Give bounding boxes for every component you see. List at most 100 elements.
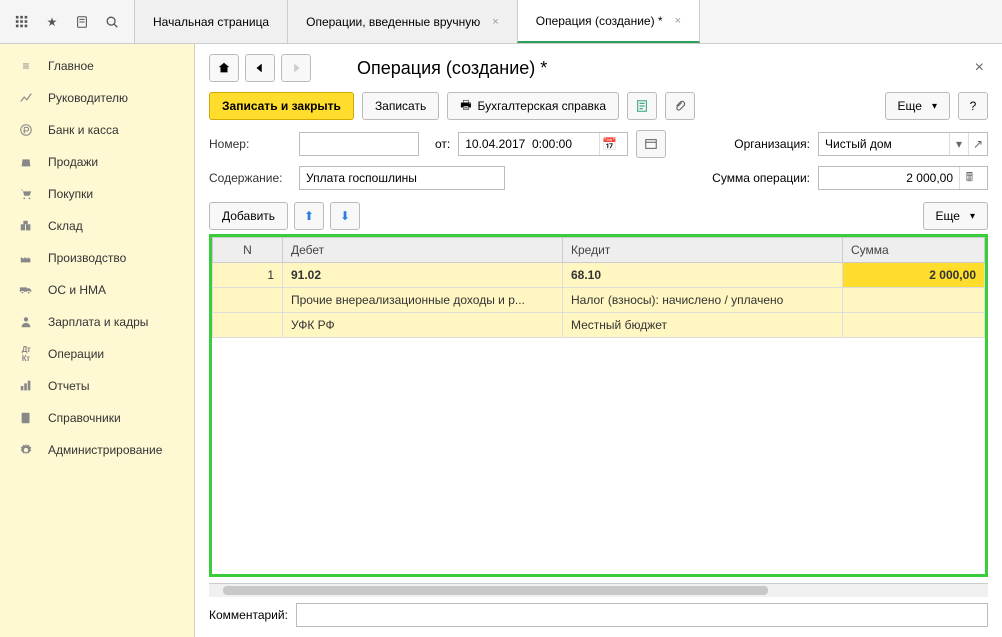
row-number: Номер: от: 📅 Организация: ▾ ↗ bbox=[209, 130, 988, 158]
sum-field[interactable]: 🖩 bbox=[818, 166, 988, 190]
sidebar-item-operations[interactable]: ДтКт Операции bbox=[0, 338, 194, 370]
table-toolbar: Добавить ⬆ ⬇ Еще bbox=[209, 202, 988, 230]
close-icon[interactable]: × bbox=[492, 16, 498, 28]
org-input[interactable] bbox=[819, 133, 949, 155]
org-label: Организация: bbox=[734, 137, 810, 151]
truck-icon bbox=[18, 282, 34, 298]
close-icon[interactable]: × bbox=[675, 15, 681, 27]
sidebar-item-main[interactable]: ≡ Главное bbox=[0, 50, 194, 82]
content-input[interactable] bbox=[299, 166, 505, 190]
home-button[interactable] bbox=[209, 54, 239, 82]
calendar-icon[interactable]: 📅 bbox=[599, 133, 619, 155]
cell-empty bbox=[213, 288, 283, 313]
sidebar: ≡ Главное Руководителю Банк и касса Прод… bbox=[0, 44, 195, 637]
date-extra-button[interactable] bbox=[636, 130, 666, 158]
sidebar-item-assets[interactable]: ОС и НМА bbox=[0, 274, 194, 306]
sidebar-item-label: Покупки bbox=[48, 187, 93, 201]
number-label: Номер: bbox=[209, 137, 291, 151]
comment-input[interactable] bbox=[296, 603, 988, 627]
chart-icon bbox=[18, 90, 34, 106]
sum-input[interactable] bbox=[819, 167, 959, 189]
bag-icon bbox=[18, 154, 34, 170]
calculator-icon[interactable]: 🖩 bbox=[959, 167, 979, 189]
col-credit[interactable]: Кредит bbox=[563, 238, 843, 263]
org-field[interactable]: ▾ ↗ bbox=[818, 132, 988, 156]
save-close-button[interactable]: Записать и закрыть bbox=[209, 92, 354, 120]
move-up-button[interactable]: ⬆ bbox=[294, 202, 324, 230]
more-button[interactable]: Еще bbox=[885, 92, 950, 120]
sum-label: Сумма операции: bbox=[712, 171, 810, 185]
printer-icon: 🖶 bbox=[460, 96, 471, 117]
content-label: Содержание: bbox=[209, 171, 291, 185]
sidebar-item-sales[interactable]: Продажи bbox=[0, 146, 194, 178]
ruble-icon bbox=[18, 122, 34, 138]
add-button[interactable]: Добавить bbox=[209, 202, 288, 230]
sidebar-item-production[interactable]: Производство bbox=[0, 242, 194, 274]
sidebar-item-warehouse[interactable]: Склад bbox=[0, 210, 194, 242]
close-button[interactable]: × bbox=[971, 59, 988, 77]
date-field[interactable]: 📅 bbox=[458, 132, 628, 156]
search-icon[interactable] bbox=[98, 8, 126, 36]
more-table-button[interactable]: Еще bbox=[923, 202, 988, 230]
forward-button[interactable] bbox=[281, 54, 311, 82]
comment-row: Комментарий: bbox=[209, 603, 988, 627]
tab-operation-create[interactable]: Операция (создание) * × bbox=[517, 0, 700, 43]
tabs-bar: ★ Начальная страница Операции, введенные… bbox=[0, 0, 1002, 44]
table-wrap: N Дебет Кредит Сумма 1 91.02 68.10 2 000… bbox=[209, 234, 988, 577]
tab-home[interactable]: Начальная страница bbox=[134, 0, 288, 43]
sidebar-item-label: Руководителю bbox=[48, 91, 128, 105]
comment-label: Комментарий: bbox=[209, 608, 288, 622]
tab-manual-ops[interactable]: Операции, введенные вручную × bbox=[287, 0, 518, 43]
cell-n[interactable]: 1 bbox=[213, 263, 283, 288]
favorites-icon[interactable]: ★ bbox=[38, 8, 66, 36]
sidebar-item-directories[interactable]: Справочники bbox=[0, 402, 194, 434]
cell-debit-sub2[interactable]: УФК РФ bbox=[283, 313, 563, 338]
top-icons: ★ bbox=[0, 0, 135, 43]
horizontal-scrollbar[interactable] bbox=[209, 583, 988, 597]
col-sum[interactable]: Сумма bbox=[843, 238, 985, 263]
sidebar-item-salary[interactable]: Зарплата и кадры bbox=[0, 306, 194, 338]
cell-debit-code[interactable]: 91.02 bbox=[283, 263, 563, 288]
table-row[interactable]: 1 91.02 68.10 2 000,00 bbox=[213, 263, 985, 288]
move-down-button[interactable]: ⬇ bbox=[330, 202, 360, 230]
bars-icon bbox=[18, 378, 34, 394]
cell-debit-sub1[interactable]: Прочие внереализационные доходы и р... bbox=[283, 288, 563, 313]
sidebar-item-label: ОС и НМА bbox=[48, 283, 106, 297]
dropdown-icon[interactable]: ▾ bbox=[949, 133, 968, 155]
report-button[interactable]: 🖶 Бухгалтерская справка bbox=[447, 92, 619, 120]
attachment-button[interactable] bbox=[665, 92, 695, 120]
sidebar-item-reports[interactable]: Отчеты bbox=[0, 370, 194, 402]
tab-label: Начальная страница bbox=[153, 15, 269, 29]
content: Операция (создание) * × Записать и закры… bbox=[195, 44, 1002, 637]
sidebar-item-purchases[interactable]: Покупки bbox=[0, 178, 194, 210]
col-debit[interactable]: Дебет bbox=[283, 238, 563, 263]
help-button[interactable]: ? bbox=[958, 92, 988, 120]
sidebar-item-label: Администрирование bbox=[48, 443, 162, 457]
sidebar-item-bank[interactable]: Банк и касса bbox=[0, 114, 194, 146]
back-button[interactable] bbox=[245, 54, 275, 82]
row-content: Содержание: Сумма операции: 🖩 bbox=[209, 166, 988, 190]
col-n[interactable]: N bbox=[213, 238, 283, 263]
document-button[interactable] bbox=[627, 92, 657, 120]
apps-icon[interactable] bbox=[8, 8, 36, 36]
cell-credit-code[interactable]: 68.10 bbox=[563, 263, 843, 288]
sidebar-item-label: Отчеты bbox=[48, 379, 89, 393]
number-input[interactable] bbox=[299, 132, 419, 156]
sidebar-item-label: Справочники bbox=[48, 411, 121, 425]
cell-sum[interactable]: 2 000,00 bbox=[843, 263, 985, 288]
entries-table: N Дебет Кредит Сумма 1 91.02 68.10 2 000… bbox=[212, 237, 985, 338]
cell-empty bbox=[213, 313, 283, 338]
sidebar-item-manager[interactable]: Руководителю bbox=[0, 82, 194, 114]
table-row[interactable]: УФК РФ Местный бюджет bbox=[213, 313, 985, 338]
person-icon bbox=[18, 314, 34, 330]
table-row[interactable]: Прочие внереализационные доходы и р... Н… bbox=[213, 288, 985, 313]
sidebar-item-admin[interactable]: Администрирование bbox=[0, 434, 194, 466]
date-input[interactable] bbox=[459, 133, 599, 155]
scrollbar-thumb[interactable] bbox=[223, 586, 768, 595]
book-icon bbox=[18, 410, 34, 426]
cell-credit-sub2[interactable]: Местный бюджет bbox=[563, 313, 843, 338]
open-icon[interactable]: ↗ bbox=[968, 133, 987, 155]
save-button[interactable]: Записать bbox=[362, 92, 439, 120]
history-icon[interactable] bbox=[68, 8, 96, 36]
cell-credit-sub1[interactable]: Налог (взносы): начислено / уплачено bbox=[563, 288, 843, 313]
